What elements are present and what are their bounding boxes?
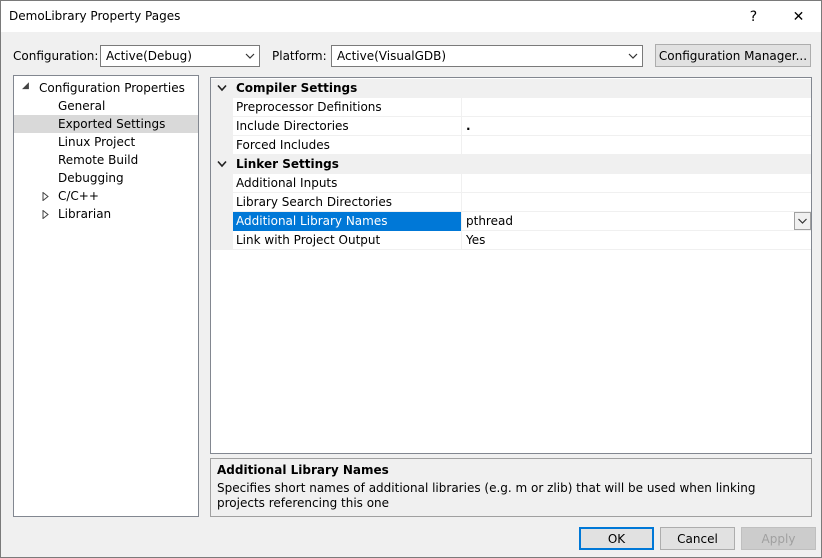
configuration-label: Configuration: <box>13 49 99 63</box>
property-value-input[interactable]: pthread <box>466 214 513 228</box>
row-gutter <box>211 193 233 212</box>
tree-item-label: Librarian <box>58 207 112 221</box>
property-row-preprocessor-definitions[interactable]: Preprocessor Definitions <box>211 98 811 117</box>
property-row-forced-includes[interactable]: Forced Includes <box>211 136 811 155</box>
ok-button[interactable]: OK <box>579 527 654 550</box>
expand-triangle-icon[interactable] <box>42 192 50 201</box>
tree-item-librarian[interactable]: Librarian <box>14 205 198 223</box>
tree-item-label: Exported Settings <box>58 117 166 131</box>
property-name: Link with Project Output <box>236 233 381 247</box>
tree-item-label: C/C++ <box>58 189 99 203</box>
chevron-down-icon <box>245 53 255 59</box>
tree-item-label: Remote Build <box>58 153 139 167</box>
value-dropdown-button[interactable] <box>794 212 811 230</box>
row-gutter <box>211 98 233 117</box>
description-panel: Additional Library Names Specifies short… <box>210 458 812 517</box>
tree-item-linux-project[interactable]: Linux Project <box>14 133 198 151</box>
property-row-library-search-directories[interactable]: Library Search Directories <box>211 193 811 212</box>
window-title: DemoLibrary Property Pages <box>9 9 181 23</box>
property-name: Include Directories <box>236 119 349 133</box>
expand-triangle-icon[interactable] <box>42 210 50 219</box>
column-divider <box>461 231 462 250</box>
platform-value: Active(VisualGDB) <box>337 49 447 63</box>
category-compiler-settings[interactable]: Compiler Settings <box>211 79 811 98</box>
property-name: Preprocessor Definitions <box>236 100 382 114</box>
cancel-button[interactable]: Cancel <box>660 527 735 550</box>
row-gutter <box>211 136 233 155</box>
row-gutter <box>211 231 233 250</box>
tree-root-label: Configuration Properties <box>39 81 185 95</box>
column-divider <box>461 98 462 117</box>
column-divider <box>461 193 462 212</box>
category-label: Linker Settings <box>236 157 339 171</box>
row-gutter <box>211 174 233 193</box>
property-row-link-with-project-output[interactable]: Link with Project Output Yes <box>211 231 811 250</box>
tree-item-label: Linux Project <box>58 135 136 149</box>
cancel-label: Cancel <box>677 531 718 546</box>
tree-item-debugging[interactable]: Debugging <box>14 169 198 187</box>
property-grid: Compiler Settings Preprocessor Definitio… <box>210 77 812 454</box>
ok-label: OK <box>607 531 626 546</box>
close-icon: ✕ <box>792 8 805 25</box>
category-label: Compiler Settings <box>236 81 358 95</box>
property-name: Additional Library Names <box>236 214 388 228</box>
tree-item-general[interactable]: General <box>14 97 198 115</box>
configuration-select[interactable]: Active(Debug) <box>100 45 260 67</box>
description-text: Specifies short names of additional libr… <box>217 481 756 510</box>
tree-item-label: General <box>58 99 106 113</box>
tree-item-exported-settings[interactable]: Exported Settings <box>14 115 198 133</box>
property-name: Library Search Directories <box>236 195 392 209</box>
collapse-chevron-icon[interactable] <box>217 84 227 92</box>
row-gutter <box>211 117 233 136</box>
property-pages-dialog: DemoLibrary Property Pages ? ✕ Configura… <box>0 0 822 558</box>
configuration-manager-label: Configuration Manager... <box>658 48 808 63</box>
category-linker-settings[interactable]: Linker Settings <box>211 155 811 174</box>
tree-item-label: Debugging <box>58 171 124 185</box>
collapse-triangle-icon[interactable]: ◢ <box>22 81 29 91</box>
property-value[interactable]: . <box>466 119 471 133</box>
property-row-additional-library-names[interactable]: Additional Library Names pthread <box>211 212 811 231</box>
property-row-additional-inputs[interactable]: Additional Inputs <box>211 174 811 193</box>
tree-item-remote-build[interactable]: Remote Build <box>14 151 198 169</box>
apply-button[interactable]: Apply <box>741 527 816 550</box>
platform-label: Platform: <box>272 49 327 63</box>
configuration-value: Active(Debug) <box>106 49 192 63</box>
collapse-chevron-icon[interactable] <box>217 160 227 168</box>
tree-item-c-cpp[interactable]: C/C++ <box>14 187 198 205</box>
column-divider <box>461 174 462 193</box>
chevron-down-icon <box>798 218 807 224</box>
help-button[interactable]: ? <box>731 1 776 32</box>
category-tree: ◢ Configuration Properties General Expor… <box>13 75 199 517</box>
chevron-down-icon <box>628 53 638 59</box>
column-divider <box>461 136 462 155</box>
property-row-include-directories[interactable]: Include Directories . <box>211 117 811 136</box>
platform-select[interactable]: Active(VisualGDB) <box>331 45 643 67</box>
apply-label: Apply <box>761 531 796 546</box>
help-icon: ? <box>749 8 758 25</box>
column-divider <box>461 117 462 136</box>
configuration-manager-button[interactable]: Configuration Manager... <box>655 44 811 67</box>
description-title: Additional Library Names <box>217 463 389 477</box>
row-gutter <box>211 212 233 231</box>
column-divider <box>461 212 462 231</box>
property-name: Forced Includes <box>236 138 330 152</box>
property-value[interactable]: Yes <box>466 233 485 247</box>
close-button[interactable]: ✕ <box>776 1 821 32</box>
title-bar: DemoLibrary Property Pages ? ✕ <box>1 1 821 32</box>
tree-root-configuration-properties[interactable]: Configuration Properties <box>39 79 185 97</box>
property-name: Additional Inputs <box>236 176 338 190</box>
